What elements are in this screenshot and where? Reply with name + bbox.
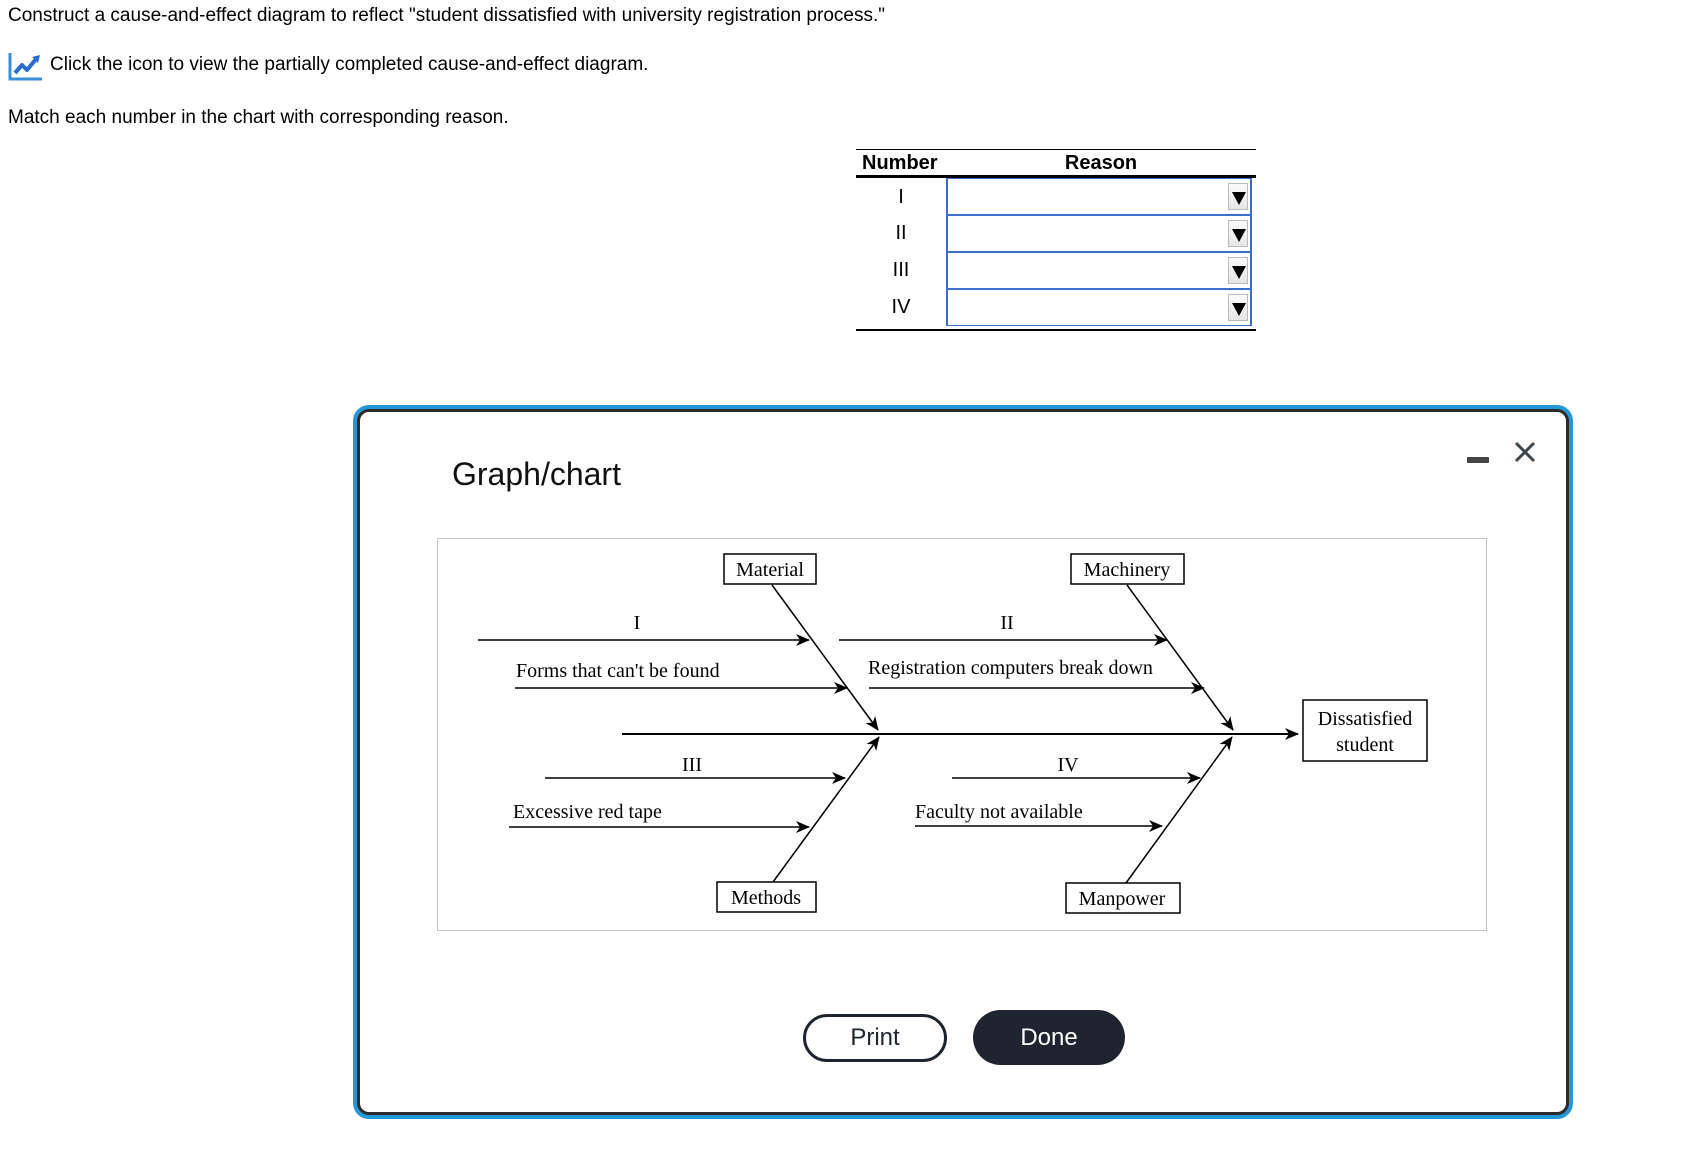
category-label-manpower: Manpower (1079, 888, 1166, 910)
fishbone-diagram: Dissatisfied student Material I Forms th… (437, 538, 1487, 931)
category-label-methods: Methods (731, 887, 801, 909)
trending-chart-icon[interactable] (8, 51, 44, 81)
instruction-text: Match each number in the chart with corr… (8, 107, 509, 128)
effect-label-line1: Dissatisfied (1318, 708, 1412, 730)
table-bottom-rule (856, 329, 1256, 331)
effect-label-line2: student (1336, 734, 1394, 756)
close-icon[interactable] (1510, 437, 1540, 467)
reason-dropdown-iii[interactable] (946, 252, 1252, 289)
reason-dropdown-ii[interactable] (946, 215, 1252, 252)
category-label-machinery: Machinery (1084, 559, 1171, 581)
triangle-down-icon[interactable] (1228, 220, 1248, 247)
cause-label-iv: IV (1057, 754, 1079, 776)
print-button[interactable]: Print (803, 1014, 947, 1062)
category-label-material: Material (736, 559, 804, 581)
cause-label-registration: Registration computers break down (868, 657, 1153, 679)
minimize-icon[interactable] (1465, 449, 1491, 469)
bone-material (771, 584, 879, 731)
row-number-iv: IV (891, 296, 911, 318)
triangle-down-icon[interactable] (1228, 183, 1248, 210)
modal-title: Graph/chart (452, 456, 621, 492)
header-number: Number (862, 152, 938, 174)
row-number-iii: III (892, 259, 910, 281)
bone-methods (772, 736, 880, 883)
row-number-ii: II (895, 222, 907, 244)
bone-manpower (1125, 736, 1233, 884)
row-number-i: I (898, 186, 904, 208)
cause-label-forms: Forms that can't be found (516, 660, 720, 682)
triangle-down-icon[interactable] (1228, 257, 1248, 284)
cause-label-faculty: Faculty not available (915, 801, 1083, 823)
question-prompt: Construct a cause-and-effect diagram to … (8, 5, 885, 26)
cause-label-i: I (634, 612, 641, 634)
graph-chart-modal: Graph/chart Dissatisfied student Materia… (353, 405, 1573, 1119)
done-button[interactable]: Done (973, 1010, 1125, 1065)
header-reason: Reason (1064, 152, 1138, 174)
modal-body: Graph/chart Dissatisfied student Materia… (357, 409, 1569, 1115)
cause-label-red-tape: Excessive red tape (513, 801, 662, 823)
cause-label-ii: II (1000, 612, 1013, 634)
reason-dropdown-i[interactable] (946, 178, 1252, 215)
triangle-down-icon[interactable] (1228, 294, 1248, 321)
view-diagram-link-text: Click the icon to view the partially com… (50, 54, 649, 75)
cause-label-iii: III (682, 754, 702, 776)
reason-dropdown-iv[interactable] (946, 289, 1252, 326)
table-top-rule (856, 149, 1256, 150)
